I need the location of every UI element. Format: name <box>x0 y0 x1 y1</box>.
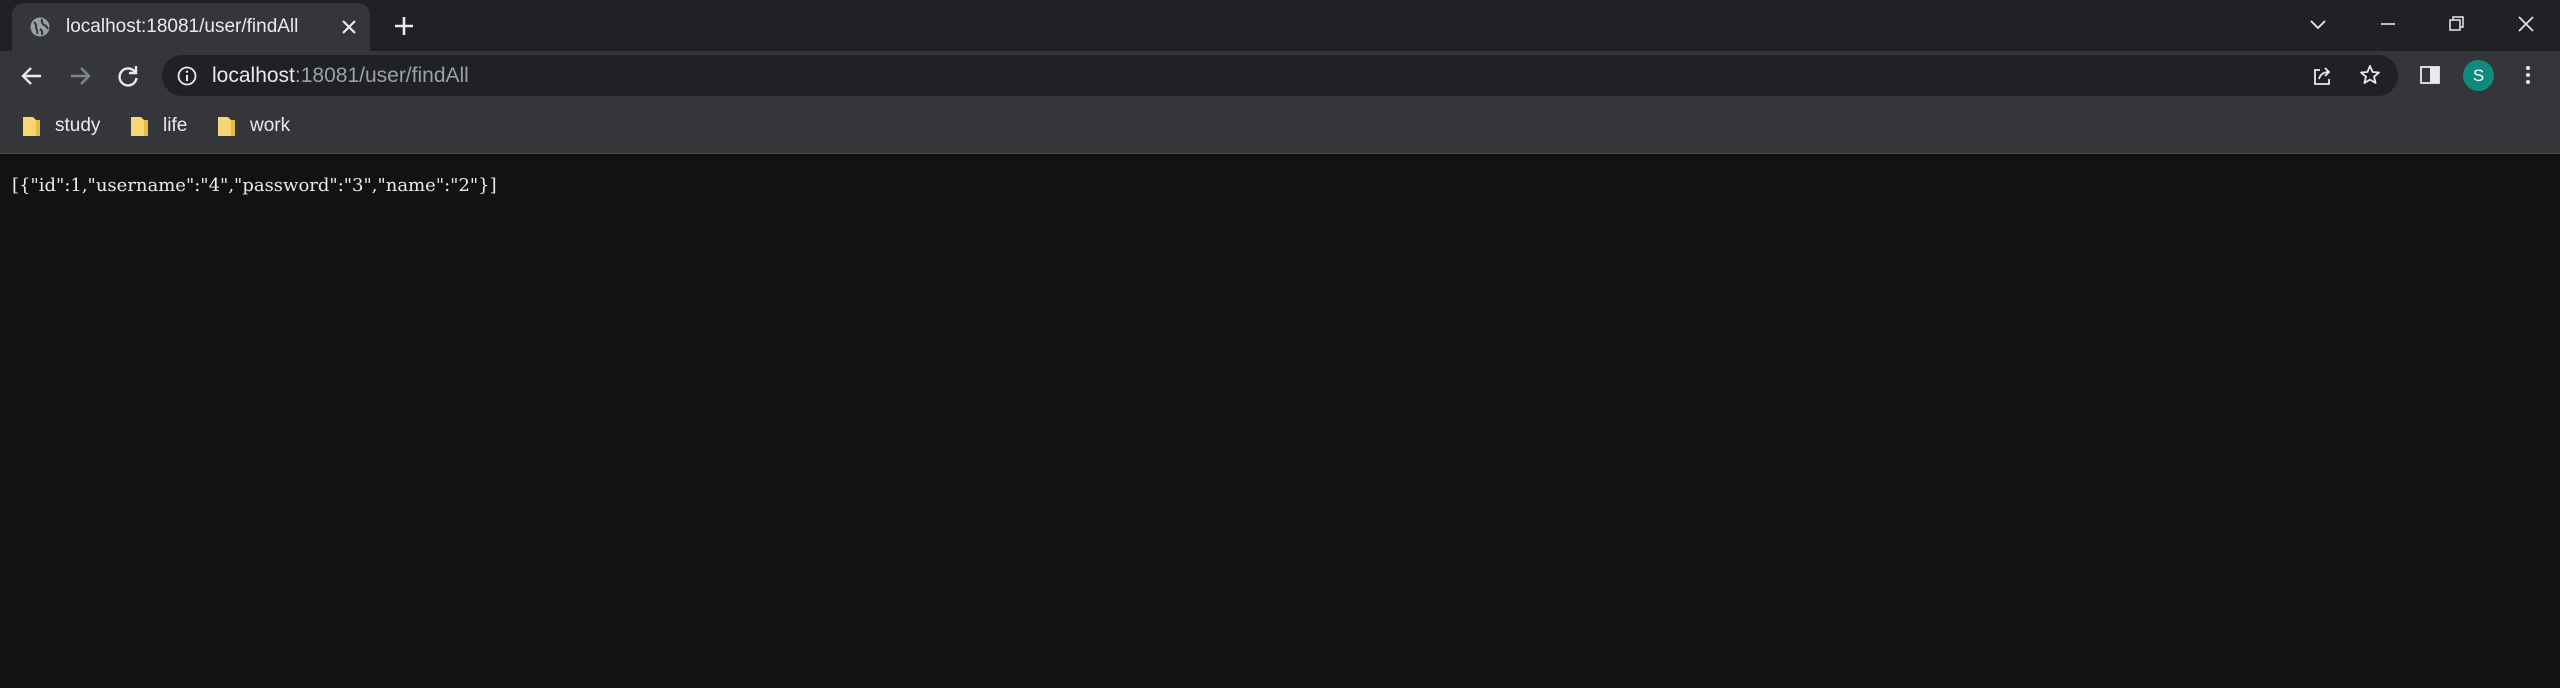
address-bar[interactable]: localhost:18081/user/findAll <box>162 55 2398 96</box>
minimize-icon[interactable] <box>2374 10 2402 38</box>
folder-icon <box>218 117 235 136</box>
bookmark-star-icon[interactable] <box>2358 63 2382 87</box>
bookmark-work[interactable]: work <box>217 112 290 140</box>
url-path: :18081/user/findAll <box>294 64 469 87</box>
back-arrow-icon[interactable] <box>18 62 46 90</box>
bookmark-label: work <box>250 115 291 136</box>
more-menu-icon[interactable] <box>2516 63 2540 87</box>
reload-icon[interactable] <box>114 62 142 90</box>
tab-title: localhost:18081/user/findAll <box>66 16 299 37</box>
new-tab-icon[interactable] <box>391 13 417 39</box>
folder-icon <box>131 117 148 136</box>
json-response-text: [{"id":1,"username":"4","password":"3","… <box>12 175 497 196</box>
tab-active[interactable]: localhost:18081/user/findAll <box>12 3 370 51</box>
share-icon[interactable] <box>2310 64 2334 88</box>
folder-icon <box>23 117 40 136</box>
url-host: localhost <box>212 64 295 87</box>
page-content: [{"id":1,"username":"4","password":"3","… <box>0 155 2560 688</box>
close-window-icon[interactable] <box>2512 10 2540 38</box>
url-text[interactable]: localhost:18081/user/findAll <box>212 64 469 88</box>
tab-strip: localhost:18081/user/findAll <box>0 0 2560 51</box>
close-tab-icon[interactable] <box>338 16 360 38</box>
bookmark-life[interactable]: life <box>130 112 187 140</box>
profile-avatar[interactable]: S <box>2463 60 2494 91</box>
toolbar: localhost:18081/user/findAll S <box>0 51 2560 100</box>
restore-icon[interactable] <box>2442 10 2470 38</box>
bookmark-label: life <box>163 115 188 136</box>
bookmark-study[interactable]: study <box>22 112 100 140</box>
bookmarks-bar: study life work <box>0 100 2560 154</box>
tab-search-chevron-icon[interactable] <box>2304 10 2332 38</box>
site-info-icon[interactable] <box>176 65 198 87</box>
side-panel-icon[interactable] <box>2418 63 2442 87</box>
bookmark-label: study <box>55 115 101 136</box>
forward-arrow-icon[interactable] <box>66 62 94 90</box>
globe-icon <box>30 17 50 37</box>
